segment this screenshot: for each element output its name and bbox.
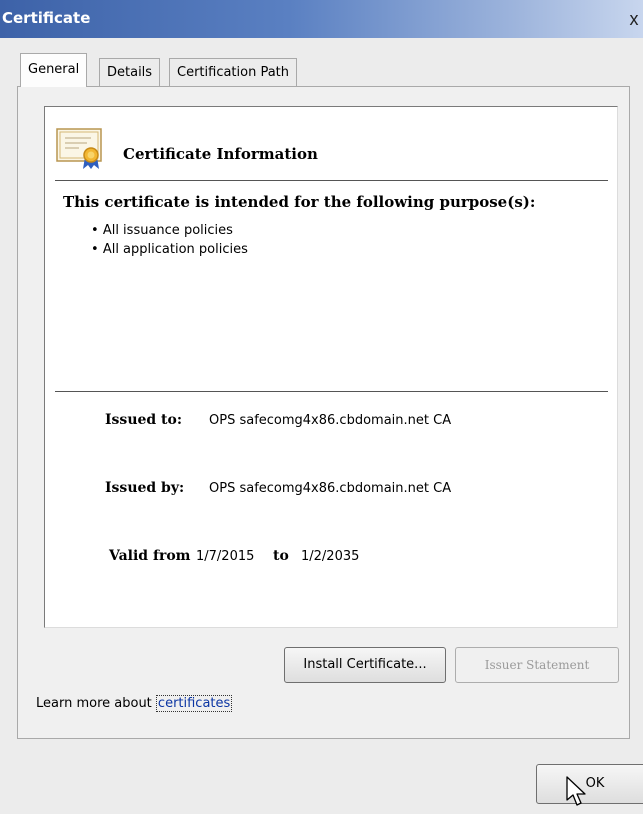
purpose-list: • All issuance policies • All applicatio… bbox=[91, 221, 248, 259]
title-bar: Certificate x bbox=[0, 0, 643, 38]
issued-by-label: Issued by: bbox=[105, 480, 185, 496]
window-title: Certificate bbox=[2, 9, 91, 27]
valid-to-value: 1/2/2035 bbox=[301, 549, 360, 564]
install-certificate-button[interactable]: Install Certificate... bbox=[284, 647, 446, 683]
issued-to-label: Issued to: bbox=[105, 412, 183, 428]
ok-button[interactable]: OK bbox=[536, 764, 643, 804]
tab-details[interactable]: Details bbox=[99, 58, 161, 86]
tab-general[interactable]: General bbox=[20, 53, 88, 87]
learn-more-text: Learn more about certificates bbox=[36, 695, 233, 712]
tab-certification-path[interactable]: Certification Path bbox=[169, 58, 298, 86]
tab-general-label: General bbox=[28, 62, 80, 77]
certificate-icon bbox=[56, 128, 102, 169]
tab-certification-path-label: Certification Path bbox=[177, 65, 290, 80]
certificates-link[interactable]: certificates bbox=[155, 695, 233, 712]
valid-from-label: Valid from bbox=[109, 548, 191, 564]
purpose-item: • All application policies bbox=[91, 242, 248, 257]
valid-to-label: to bbox=[273, 548, 289, 564]
tab-details-label: Details bbox=[107, 65, 153, 80]
purpose-item: • All issuance policies bbox=[91, 223, 233, 238]
learn-more-prefix: Learn more about bbox=[36, 696, 152, 711]
close-button[interactable]: x bbox=[622, 8, 643, 30]
close-icon: x bbox=[629, 9, 639, 29]
issued-by-value: OPS safecomg4x86.cbdomain.net CA bbox=[209, 481, 452, 496]
issuer-statement-button[interactable]: Issuer Statement bbox=[455, 647, 619, 683]
purpose-divider bbox=[55, 391, 608, 392]
valid-from-value: 1/7/2015 bbox=[196, 549, 255, 564]
mouse-cursor-icon bbox=[566, 776, 586, 806]
issued-to-value: OPS safecomg4x86.cbdomain.net CA bbox=[209, 413, 452, 428]
certificate-info-heading: Certificate Information bbox=[123, 145, 318, 163]
certificate-info-box: Certificate Information This certificate… bbox=[44, 106, 618, 628]
purpose-title: This certificate is intended for the fol… bbox=[63, 193, 536, 211]
heading-divider bbox=[55, 180, 608, 181]
